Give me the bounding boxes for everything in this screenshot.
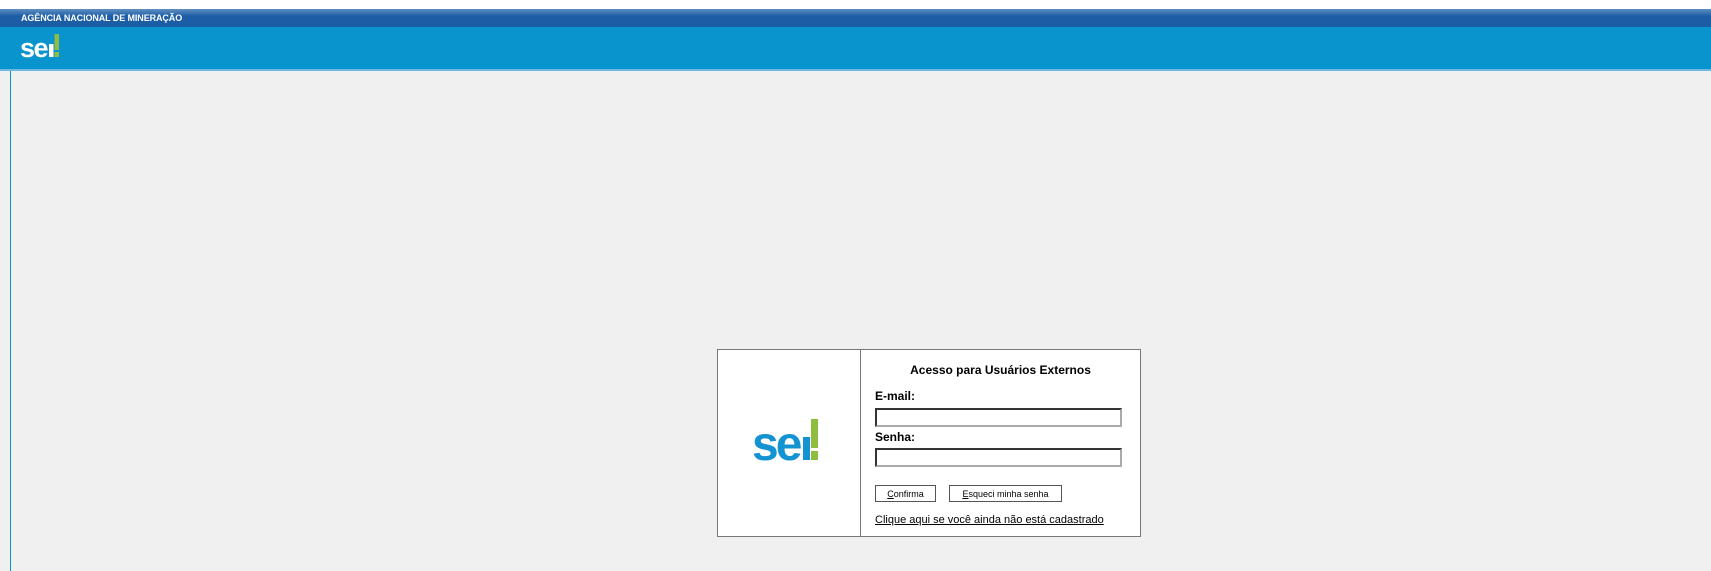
header-logo-bar: se: [0, 27, 1711, 71]
org-name: AGÊNCIA NACIONAL DE MINERAÇÃO: [21, 13, 183, 23]
confirm-label: onfirma: [893, 489, 924, 499]
password-label: Senha:: [875, 430, 916, 444]
login-title: Acesso para Usuários Externos: [910, 363, 1091, 377]
sei-logo-icon: se: [752, 418, 818, 465]
email-label: E-mail:: [875, 389, 916, 403]
org-bar: AGÊNCIA NACIONAL DE MINERAÇÃO: [0, 9, 1711, 27]
confirm-button[interactable]: Confirma: [875, 485, 936, 502]
window-top-edge: [0, 0, 1711, 9]
register-link[interactable]: Clique aqui se você ainda não está cadas…: [875, 514, 1104, 526]
forgot-label: squeci minha senha: [968, 489, 1049, 499]
svg-text:se: se: [20, 33, 49, 62]
forgot-password-button[interactable]: Esqueci minha senha: [949, 485, 1062, 502]
login-panel: se Acesso para Usuários Externos E-mail:…: [717, 349, 1141, 537]
password-field[interactable]: [875, 448, 1122, 467]
svg-text:se: se: [752, 418, 802, 465]
sei-logo-icon[interactable]: se: [20, 32, 62, 62]
email-field[interactable]: [875, 408, 1122, 427]
login-logo-cell: se: [718, 350, 861, 536]
left-border: [10, 71, 11, 571]
